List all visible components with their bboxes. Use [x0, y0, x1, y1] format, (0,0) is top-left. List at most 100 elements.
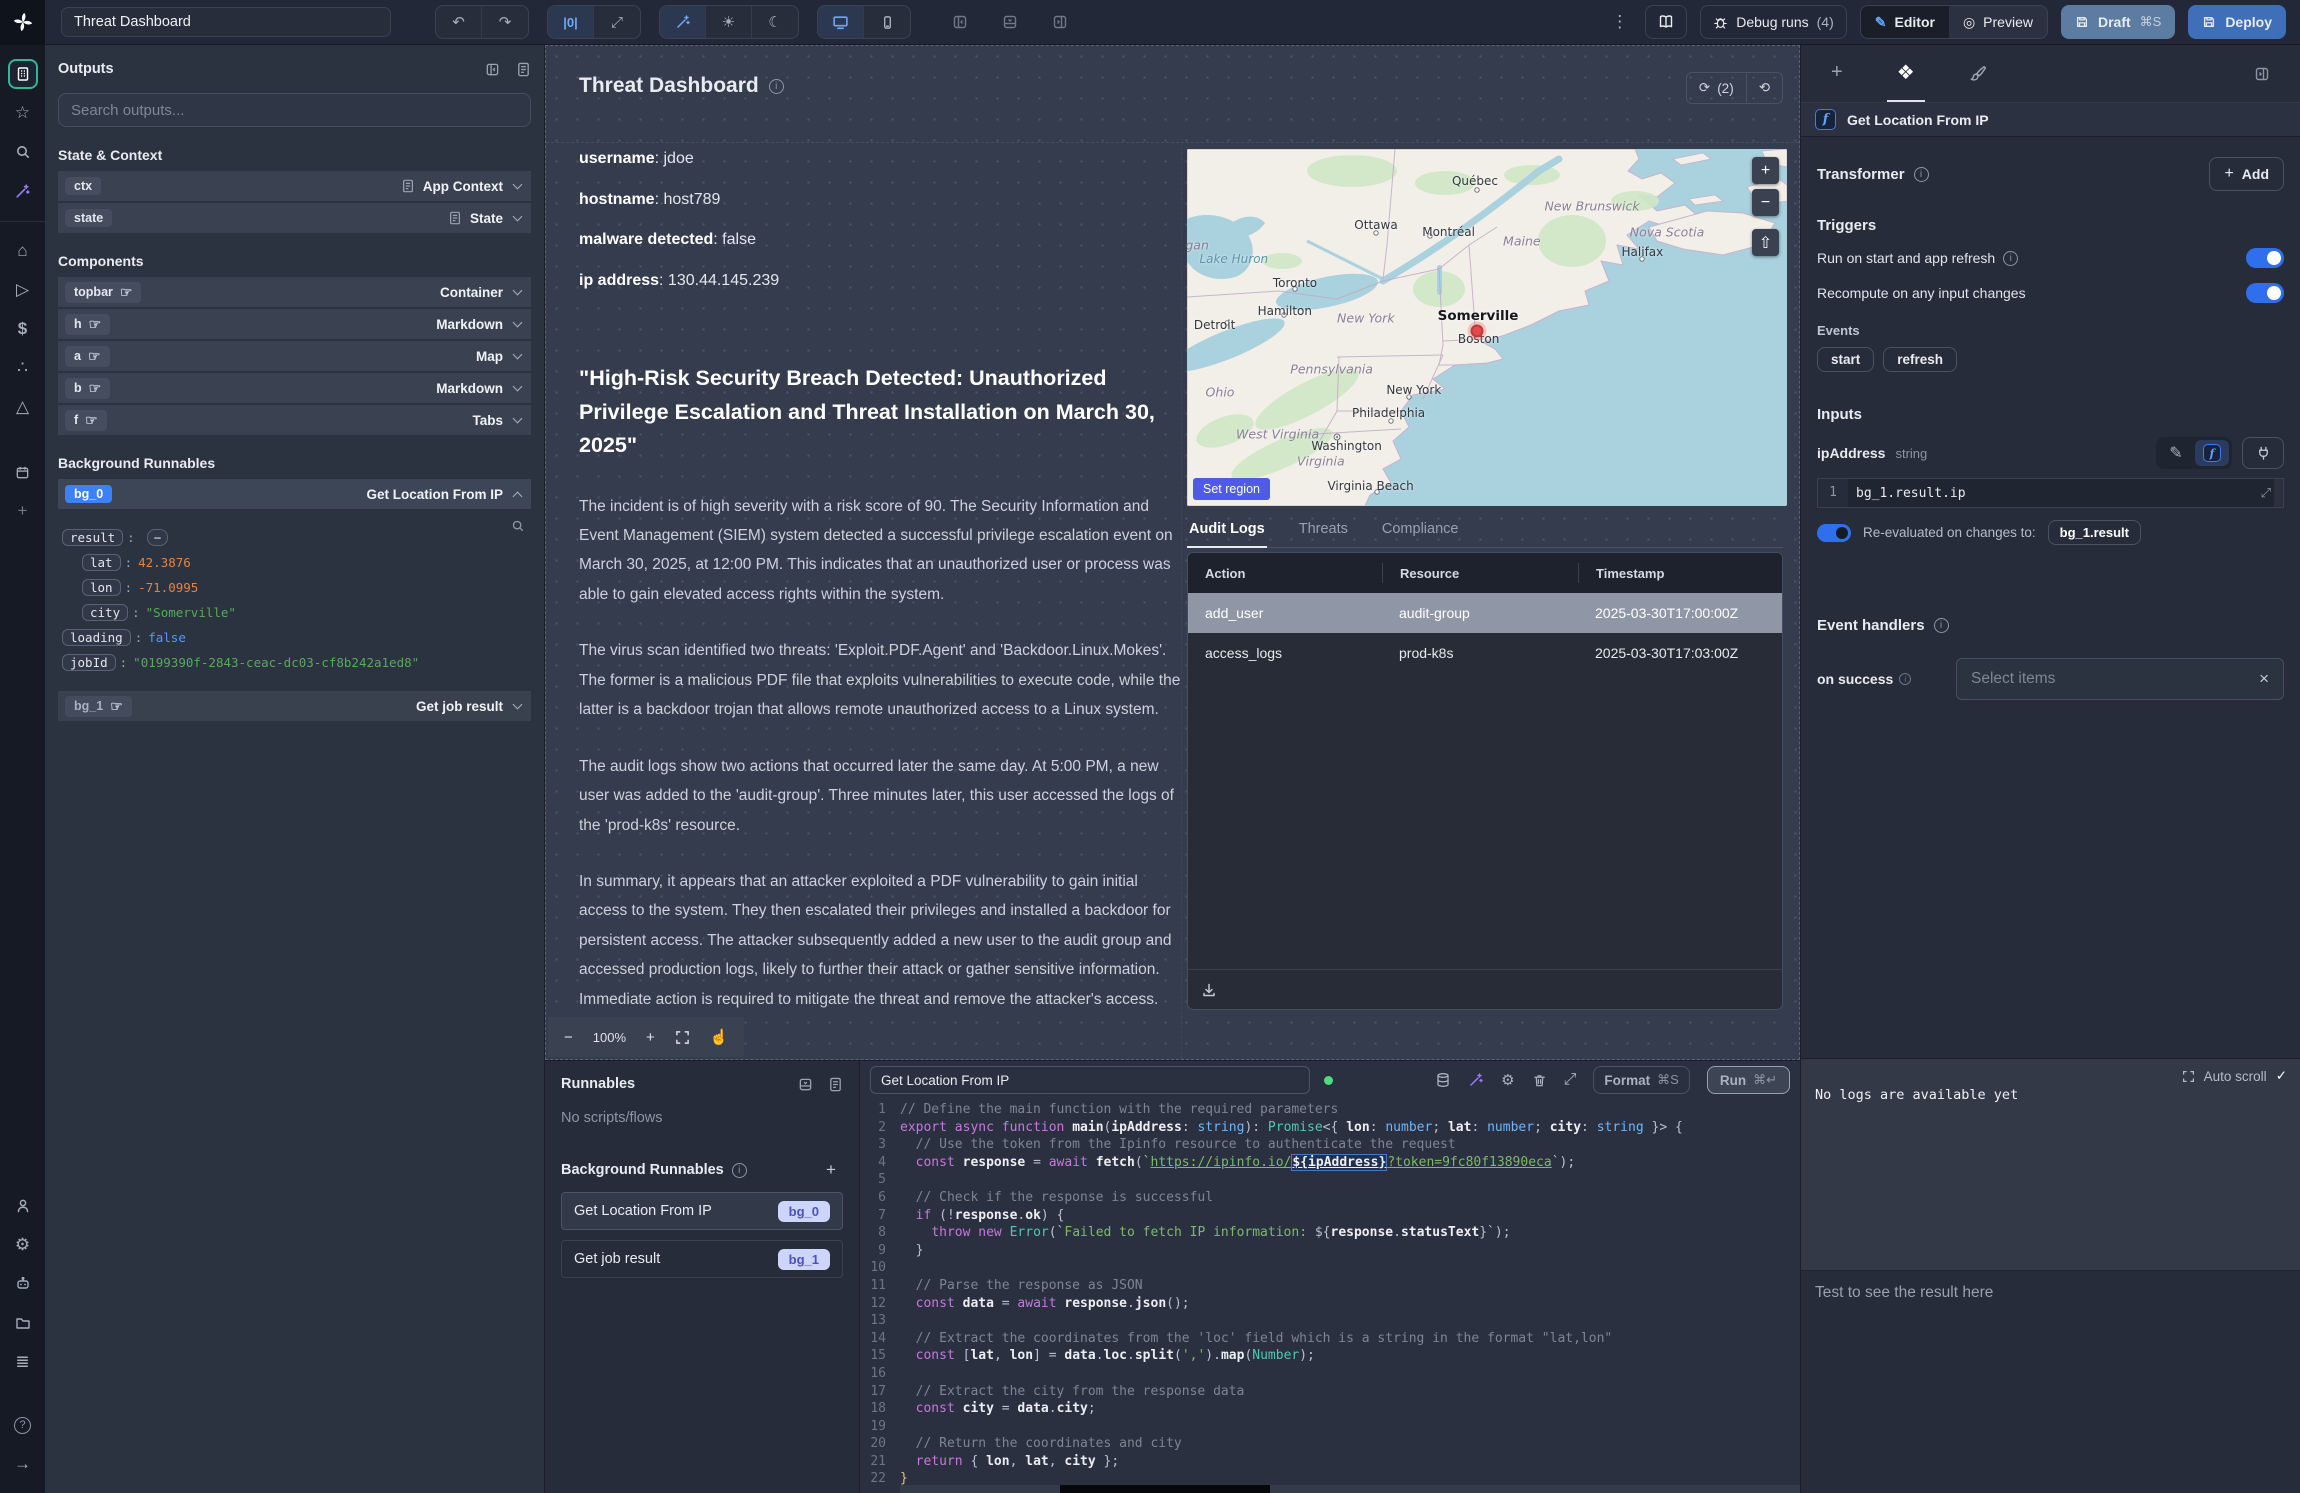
- ai-gen-icon[interactable]: [1468, 1072, 1484, 1088]
- variables-icon[interactable]: $: [8, 314, 38, 344]
- collapse-left-panel-icon[interactable]: [952, 14, 968, 30]
- ai-assistant-icon[interactable]: [8, 176, 38, 206]
- component-row-h[interactable]: h☞Markdown: [58, 309, 531, 339]
- collapse-right-panel-icon[interactable]: [1052, 14, 1068, 30]
- column-header-timestamp[interactable]: Timestamp: [1578, 563, 1782, 583]
- map-zoom-out-button[interactable]: −: [1752, 189, 1779, 216]
- app-canvas[interactable]: Threat Dashboardi ⟳(2) ⟲ username: jdoeh…: [545, 45, 1800, 1060]
- more-menu-icon[interactable]: ⋮: [1607, 12, 1632, 32]
- connect-input-icon[interactable]: [2242, 437, 2284, 469]
- redo-icon[interactable]: ↷: [482, 6, 528, 38]
- pan-hand-icon[interactable]: ☝: [710, 1028, 729, 1046]
- collapse-panel-icon[interactable]: [485, 62, 500, 77]
- component-row-topbar[interactable]: topbar☞Container: [58, 277, 531, 307]
- users-icon[interactable]: [8, 1191, 38, 1221]
- add-background-runnable-button[interactable]: +: [819, 1158, 843, 1182]
- tab-audit-logs[interactable]: Audit Logs: [1187, 513, 1267, 548]
- search-outputs-input[interactable]: Search outputs...: [58, 93, 531, 127]
- collapse-bottom-panel-icon[interactable]: [1002, 14, 1018, 30]
- delete-script-icon[interactable]: [1532, 1073, 1547, 1088]
- expand-expression-icon[interactable]: ⤢: [2261, 486, 2271, 501]
- clear-select-icon[interactable]: ×: [2259, 669, 2269, 689]
- undo-icon[interactable]: ↶: [436, 6, 482, 38]
- expand-logs-icon[interactable]: [2182, 1070, 2195, 1083]
- settings-tab[interactable]: ❖: [1887, 45, 1925, 102]
- logs-list-icon[interactable]: ≣: [8, 1347, 38, 1377]
- eval-input-mode-button[interactable]: f: [2195, 440, 2229, 466]
- json-row-jobId[interactable]: jobId:"0199390f-2843-ceac-dc03-cf8b242a1…: [62, 654, 527, 671]
- triggers-icon[interactable]: △: [8, 392, 38, 422]
- search-icon[interactable]: [8, 137, 38, 167]
- grid-numbers-toggle[interactable]: |0|: [548, 6, 594, 38]
- deploy-button[interactable]: Deploy: [2188, 5, 2286, 39]
- draft-button[interactable]: Draft ⌘S: [2061, 5, 2175, 39]
- zoom-out-button[interactable]: −: [564, 1029, 573, 1046]
- download-icon[interactable]: [1201, 982, 1217, 998]
- table-row[interactable]: access_logsprod-k8s2025-03-30T17:03:00Z: [1188, 633, 1782, 673]
- resources-icon[interactable]: ∴: [8, 353, 38, 383]
- reeval-dependency-chip[interactable]: bg_1.result: [2048, 520, 2141, 545]
- column-header-action[interactable]: Action: [1188, 563, 1382, 583]
- workers-icon[interactable]: [8, 1269, 38, 1299]
- bg1-output-row[interactable]: bg_1☞ Get job result: [58, 691, 531, 721]
- collapse-right-icon[interactable]: [2244, 45, 2280, 102]
- json-row-city[interactable]: city:"Somerville": [82, 604, 527, 621]
- ai-wand-icon[interactable]: [660, 6, 706, 38]
- cache-db-icon[interactable]: [1435, 1072, 1451, 1088]
- styling-tab[interactable]: [1959, 45, 1997, 102]
- output-row-ctx[interactable]: ctxApp Context: [58, 171, 531, 201]
- map-component[interactable]: QuébecOttawaMontréalMaineNew BrunswickNo…: [1187, 149, 1787, 506]
- doc-icon[interactable]: [828, 1077, 843, 1092]
- mobile-view-icon[interactable]: [864, 6, 910, 38]
- apps-icon[interactable]: [8, 59, 38, 89]
- autoscroll-checkbox[interactable]: ✓: [2276, 1068, 2287, 1084]
- column-header-resource[interactable]: Resource: [1382, 563, 1578, 583]
- map-reset-bearing-button[interactable]: ⇧: [1752, 229, 1779, 256]
- toggle-run-on-start-and-app-refresh[interactable]: [2246, 248, 2284, 268]
- collapse-rail-icon[interactable]: →: [8, 1449, 38, 1479]
- tab-compliance[interactable]: Compliance: [1380, 513, 1461, 548]
- runnable-item-bg_0[interactable]: Get Location From IPbg_0: [561, 1192, 843, 1230]
- preview-tab[interactable]: ◎ Preview: [1949, 6, 2047, 38]
- output-row-state[interactable]: stateState: [58, 203, 531, 233]
- runnable-item-bg_1[interactable]: Get job resultbg_1: [561, 1240, 843, 1278]
- toggle-recompute-on-any-input-changes[interactable]: [2246, 283, 2284, 303]
- format-button[interactable]: Format⌘S: [1593, 1066, 1689, 1094]
- ip-location-marker[interactable]: [1470, 324, 1483, 337]
- expand-editor-icon[interactable]: ⤢: [1564, 1071, 1577, 1089]
- light-mode-icon[interactable]: ☀: [706, 6, 752, 38]
- map-zoom-in-button[interactable]: +: [1752, 157, 1779, 184]
- script-settings-gear-icon[interactable]: ⚙: [1501, 1071, 1514, 1089]
- folders-icon[interactable]: [8, 1308, 38, 1338]
- runs-icon[interactable]: ▷: [8, 275, 38, 305]
- tab-threats[interactable]: Threats: [1297, 513, 1350, 548]
- reeval-toggle[interactable]: [1817, 524, 1851, 542]
- component-row-a[interactable]: a☞Map: [58, 341, 531, 371]
- app-refresh-button[interactable]: ⟳(2): [1687, 73, 1747, 103]
- json-row-result[interactable]: result:−: [62, 529, 527, 546]
- collapse-bottom-icon[interactable]: [798, 1077, 813, 1092]
- editor-tab[interactable]: ✎ Editor: [1861, 6, 1949, 38]
- fit-screen-icon[interactable]: [675, 1030, 690, 1045]
- expand-canvas-icon[interactable]: ⤢: [594, 6, 640, 38]
- component-row-f[interactable]: f☞Tabs: [58, 405, 531, 435]
- home-icon[interactable]: ⌂: [8, 236, 38, 266]
- json-row-lat[interactable]: lat:42.3876: [82, 554, 527, 571]
- doc-icon[interactable]: [516, 62, 531, 77]
- static-input-mode-button[interactable]: ✎: [2159, 440, 2193, 466]
- code-area[interactable]: 1// Define the main function with the re…: [860, 1101, 1800, 1485]
- help-icon[interactable]: ?: [8, 1410, 38, 1440]
- docs-button[interactable]: [1645, 5, 1687, 39]
- insert-component-tab[interactable]: +: [1821, 45, 1853, 102]
- bg0-output-row[interactable]: bg_0 Get Location From IP: [58, 479, 531, 509]
- app-title-input[interactable]: Threat Dashboard: [61, 7, 391, 37]
- json-row-lon[interactable]: lon:-71.0995: [82, 579, 527, 596]
- horizontal-scrollbar[interactable]: [900, 1485, 1800, 1493]
- event-chip-start[interactable]: start: [1817, 347, 1874, 372]
- favorites-star-icon[interactable]: ☆: [8, 98, 38, 128]
- windmill-logo-icon[interactable]: [0, 0, 45, 45]
- json-row-loading[interactable]: loading:false: [62, 629, 527, 646]
- set-region-button[interactable]: Set region: [1193, 478, 1270, 500]
- desktop-view-icon[interactable]: [818, 6, 864, 38]
- input-expression-editor[interactable]: 1 bg_1.result.ip ⤢: [1817, 478, 2284, 508]
